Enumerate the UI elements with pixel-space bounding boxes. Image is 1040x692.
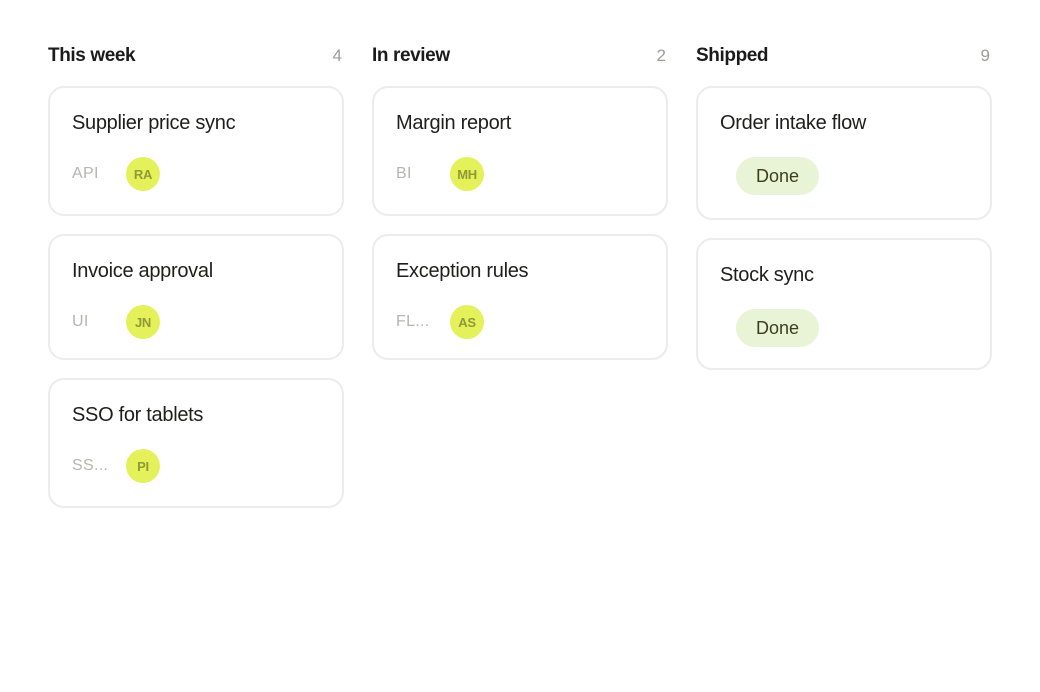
- column-shipped: Shipped 9 Order intake flow Done Stock s…: [696, 42, 992, 388]
- card-tag: BI: [396, 165, 412, 182]
- card-title: Supplier price sync: [72, 112, 236, 134]
- card-meta: UI JN: [72, 305, 320, 339]
- column-header: This week 4: [48, 42, 344, 70]
- card-title: Stock sync: [720, 264, 814, 286]
- task-card[interactable]: Stock sync Done: [696, 238, 992, 370]
- column-header: In review 2: [372, 42, 668, 70]
- card-title: Margin report: [396, 112, 512, 134]
- card-title: Order intake flow: [720, 112, 867, 134]
- column-count: 9: [980, 46, 990, 65]
- column-title: In review: [372, 45, 450, 66]
- card-meta: SS... PI: [72, 449, 320, 483]
- column-this-week: This week 4 Supplier price sync API RA I…: [48, 42, 344, 526]
- task-card[interactable]: Supplier price sync API RA: [48, 86, 344, 216]
- avatar[interactable]: AS: [450, 305, 484, 339]
- column-count: 4: [332, 46, 342, 65]
- card-tag: FL...: [396, 313, 430, 330]
- card-tag: API: [72, 165, 99, 182]
- card-tag: UI: [72, 313, 89, 330]
- card-meta: FL... AS: [396, 305, 644, 339]
- kanban-board: This week 4 Supplier price sync API RA I…: [0, 0, 1040, 692]
- card-title: Exception rules: [396, 260, 529, 282]
- task-card[interactable]: Invoice approval UI JN: [48, 234, 344, 360]
- status-badge: Done: [736, 157, 820, 195]
- task-card[interactable]: Exception rules FL... AS: [372, 234, 668, 360]
- avatar[interactable]: RA: [126, 157, 160, 191]
- column-count: 2: [656, 46, 666, 65]
- column-header: Shipped 9: [696, 42, 992, 70]
- avatar[interactable]: JN: [126, 305, 160, 339]
- task-card[interactable]: Margin report BI MH: [372, 86, 668, 216]
- task-card[interactable]: SSO for tablets SS... PI: [48, 378, 344, 508]
- column-title: This week: [48, 45, 136, 66]
- card-title: Invoice approval: [72, 260, 213, 282]
- avatar[interactable]: PI: [126, 449, 160, 483]
- status-badge: Done: [736, 309, 820, 347]
- card-tag: SS...: [72, 457, 109, 474]
- column-title: Shipped: [696, 45, 769, 66]
- card-title: SSO for tablets: [72, 404, 204, 426]
- column-in-review: In review 2 Margin report BI MH Exceptio…: [372, 42, 668, 378]
- card-meta: API RA: [72, 157, 320, 191]
- avatar[interactable]: MH: [450, 157, 484, 191]
- card-meta: BI MH: [396, 157, 644, 191]
- task-card[interactable]: Order intake flow Done: [696, 86, 992, 220]
